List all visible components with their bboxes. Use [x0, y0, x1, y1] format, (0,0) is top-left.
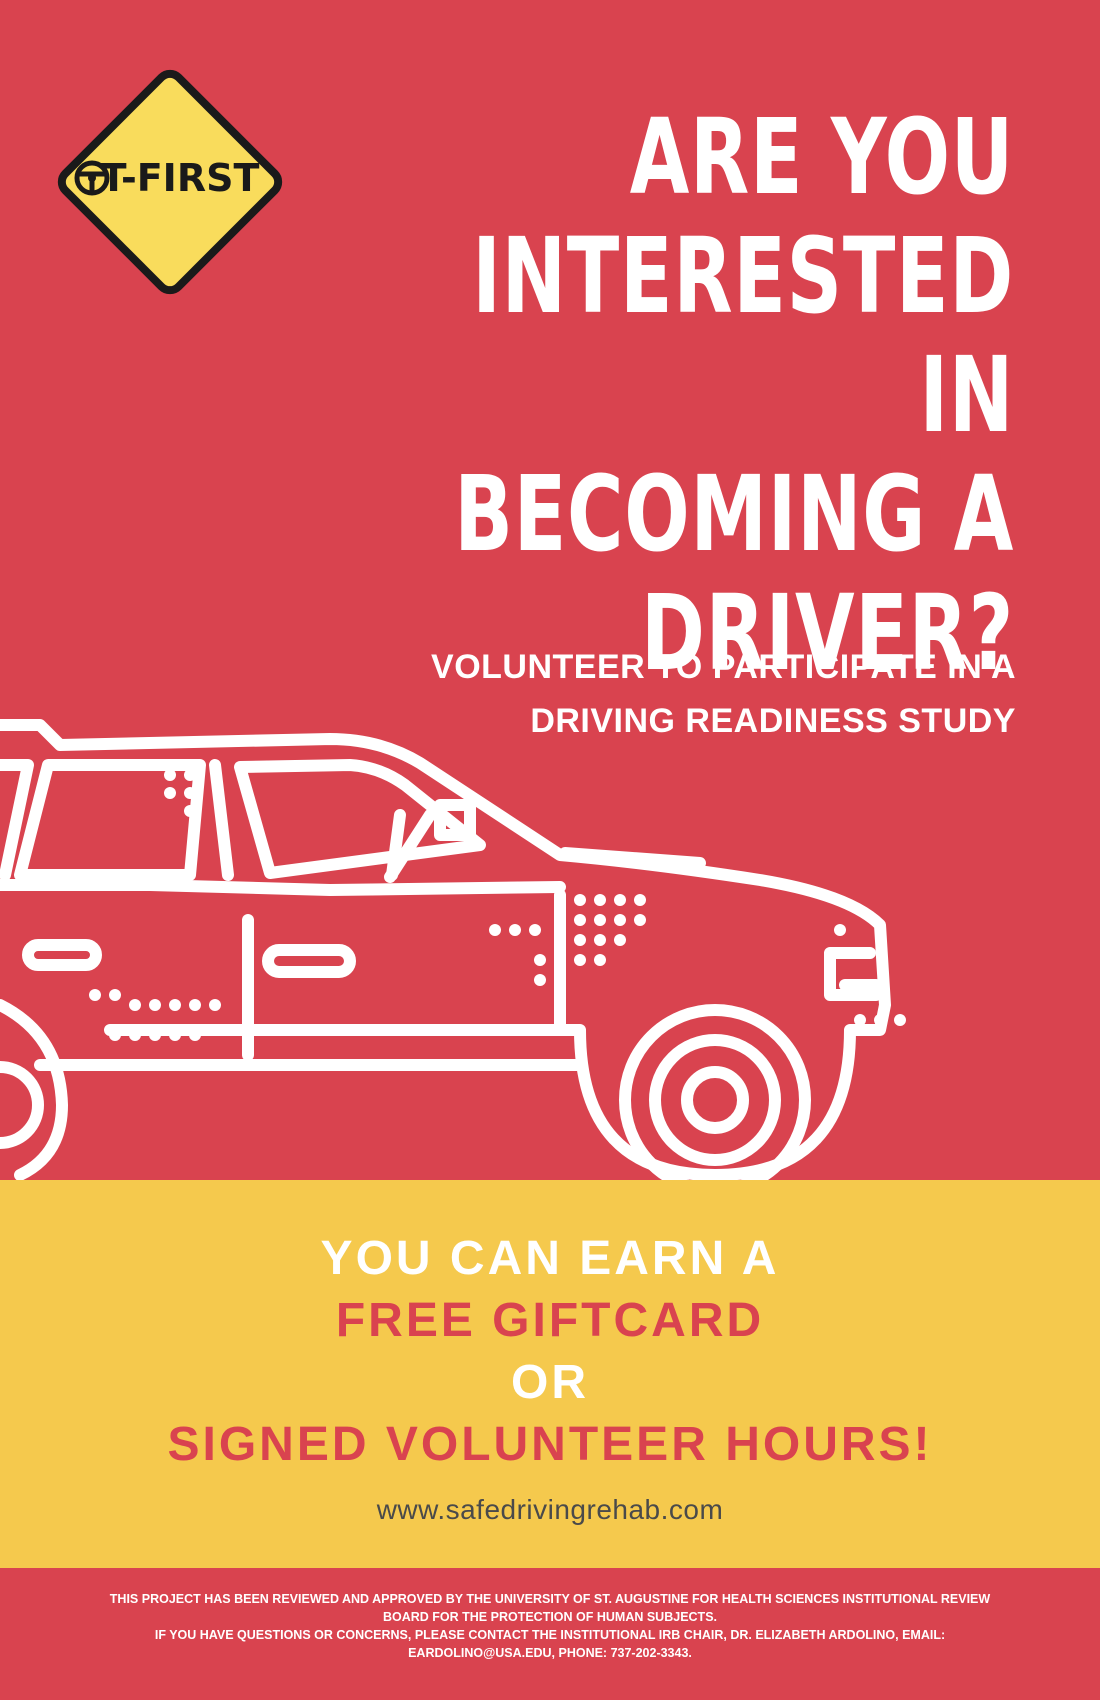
irb-disclaimer: THIS PROJECT HAS BEEN REVIEWED AND APPRO…: [0, 1568, 1100, 1700]
offer-line-4: SIGNED VOLUNTEER HOURS!: [167, 1418, 933, 1471]
disclaimer-line-2: BOARD FOR THE PROTECTION OF HUMAN SUBJEC…: [382, 1610, 718, 1624]
disclaimer-line-3: IF YOU HAVE QUESTIONS OR CONCERNS, PLEAS…: [154, 1628, 946, 1642]
subheadline-line-1: VOLUNTEER TO PARTICIPATE IN A: [431, 648, 1016, 686]
offer-line-2: FREE GIFTCARD: [335, 1294, 765, 1347]
offer-line-1: YOU CAN EARN A: [320, 1232, 780, 1285]
headline-line-1: ARE YOU: [629, 96, 1014, 218]
offer-line-3: OR: [511, 1356, 589, 1409]
flyer-page: T-FIRST ARE YOU INTERESTED IN BECOMING A…: [0, 0, 1100, 1700]
logo-text: T-FIRST: [101, 156, 260, 200]
offer-band: YOU CAN EARN A FREE GIFTCARD OR SIGNED V…: [0, 1180, 1100, 1568]
headline-line-2: INTERESTED IN: [472, 215, 1015, 456]
headline-line-3: BECOMING A: [454, 453, 1014, 575]
disclaimer-line-1: THIS PROJECT HAS BEEN REVIEWED AND APPRO…: [109, 1592, 991, 1606]
disclaimer-line-4: EARDOLINO@USA.EDU, PHONE: 737-202-3343.: [408, 1646, 692, 1660]
t-first-logo: T-FIRST: [57, 69, 283, 295]
headline: ARE YOU INTERESTED IN BECOMING A DRIVER?: [452, 98, 1014, 693]
car-outline-icon: [0, 719, 906, 1185]
offer-text: YOU CAN EARN A FREE GIFTCARD OR SIGNED V…: [0, 1180, 1100, 1476]
website-link[interactable]: www.safedrivingrehab.com: [0, 1494, 1100, 1526]
